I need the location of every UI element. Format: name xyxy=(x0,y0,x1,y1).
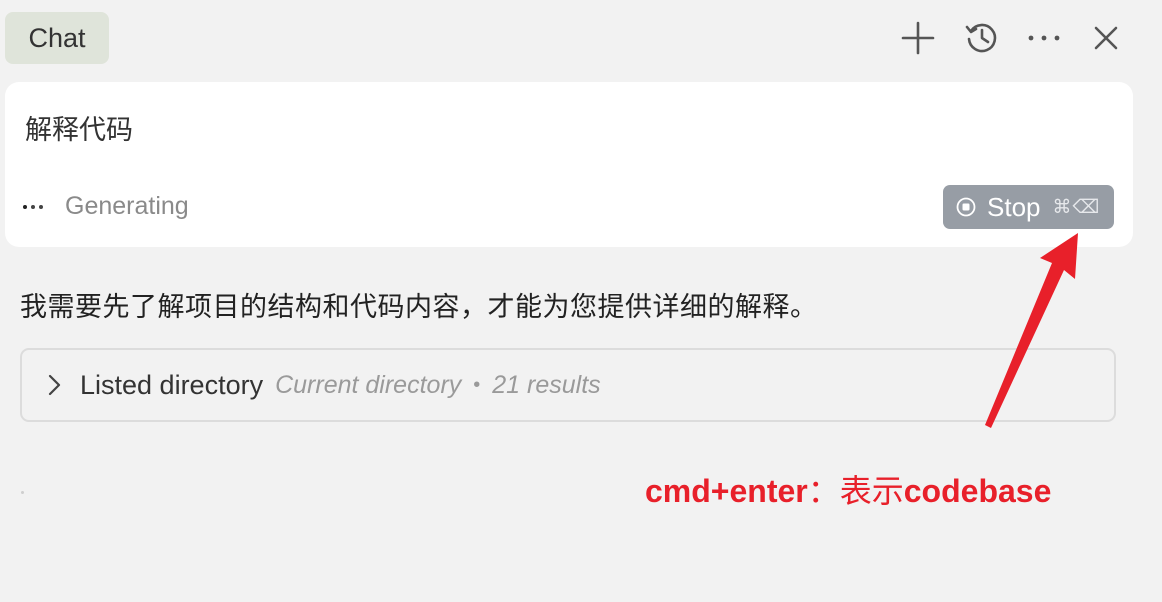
close-button[interactable] xyxy=(1084,12,1128,64)
more-icon xyxy=(1028,35,1060,41)
annotation-label: cmd+enter：表示codebase xyxy=(645,466,1051,512)
tab-chat-label: Chat xyxy=(28,22,86,53)
generating-status: Generating xyxy=(23,192,189,221)
more-button[interactable] xyxy=(1022,12,1066,64)
tool-call-title: Listed directory xyxy=(80,369,264,400)
user-query: 解释代码 xyxy=(25,115,133,145)
stray-dot xyxy=(21,491,24,494)
annotation-cn: ：表示 xyxy=(807,473,904,509)
stop-label: Stop xyxy=(987,191,1041,222)
generating-label: Generating xyxy=(65,192,189,220)
new-chat-button[interactable] xyxy=(896,12,940,64)
chevron-right-icon xyxy=(48,374,61,396)
close-icon xyxy=(1094,26,1118,50)
assistant-response: 我需要先了解项目的结构和代码内容，才能为您提供详细的解释。 xyxy=(20,292,818,322)
chat-panel: Chat 解释代码 Generating Stop ⌘⌫ 我需要先了解项目的结构… xyxy=(0,0,1162,602)
plus-icon xyxy=(901,21,935,55)
tab-chat[interactable]: Chat xyxy=(5,12,109,64)
prompt-card: 解释代码 Generating Stop ⌘⌫ xyxy=(5,82,1133,247)
stop-button[interactable]: Stop ⌘⌫ xyxy=(943,185,1114,229)
history-icon xyxy=(965,23,997,53)
tool-call-target: Current directory xyxy=(275,370,462,399)
tool-call-separator: • xyxy=(473,373,481,396)
tool-call-result-count: 21 results xyxy=(492,370,601,399)
annotation-prefix: cmd+enter xyxy=(645,473,808,509)
history-button[interactable] xyxy=(960,12,1004,64)
annotation-suffix: codebase xyxy=(903,473,1052,509)
tool-call-listed-directory[interactable]: Listed directory Current directory • 21 … xyxy=(20,348,1116,422)
ellipsis-icon xyxy=(23,204,43,209)
stop-circle-icon xyxy=(956,197,976,217)
stop-shortcut: ⌘⌫ xyxy=(1052,196,1101,218)
